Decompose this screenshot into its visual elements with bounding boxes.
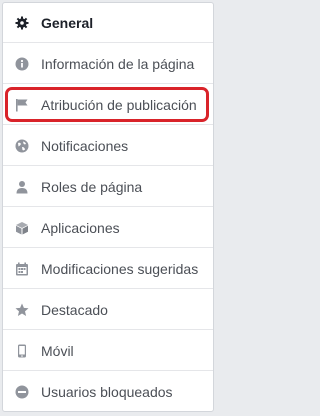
menu-item-label: Aplicaciones — [41, 219, 120, 236]
info-icon — [15, 57, 29, 71]
star-icon — [15, 303, 29, 317]
calendar-icon — [15, 262, 29, 276]
person-icon — [15, 180, 29, 194]
menu-item-label: Usuarios bloqueados — [41, 384, 173, 400]
gear-icon — [15, 16, 29, 30]
menu-item-label: General — [41, 14, 94, 31]
menu-item-apps[interactable]: Aplicaciones — [3, 208, 213, 248]
menu-item-post-attribution[interactable]: Atribución de publicación — [3, 85, 213, 125]
globe-icon — [15, 139, 29, 153]
menu-item-label: Modificaciones sugeridas — [41, 260, 199, 277]
menu-item-label: Destacado — [41, 301, 108, 318]
settings-menu: General Información de la página Atribuc… — [2, 2, 214, 412]
mobile-icon — [15, 344, 29, 358]
flag-icon — [15, 98, 29, 112]
menu-item-label: Atribución de publicación — [41, 96, 197, 113]
menu-item-suggested-edits[interactable]: Modificaciones sugeridas — [3, 249, 213, 289]
menu-item-label: Información de la página — [41, 55, 195, 72]
menu-item-mobile[interactable]: Móvil — [3, 331, 213, 371]
menu-item-page-roles[interactable]: Roles de página — [3, 167, 213, 207]
menu-item-general[interactable]: General — [3, 3, 213, 43]
menu-item-label: Móvil — [41, 342, 74, 359]
cube-icon — [15, 221, 29, 235]
blocked-icon — [15, 385, 29, 399]
menu-item-blocked-users[interactable]: Usuarios bloqueados — [3, 372, 213, 412]
menu-item-notifications[interactable]: Notificaciones — [3, 126, 213, 166]
menu-item-label: Notificaciones — [41, 137, 129, 154]
menu-item-featured[interactable]: Destacado — [3, 290, 213, 330]
menu-item-page-info[interactable]: Información de la página — [3, 44, 213, 84]
menu-item-label: Roles de página — [41, 178, 143, 195]
